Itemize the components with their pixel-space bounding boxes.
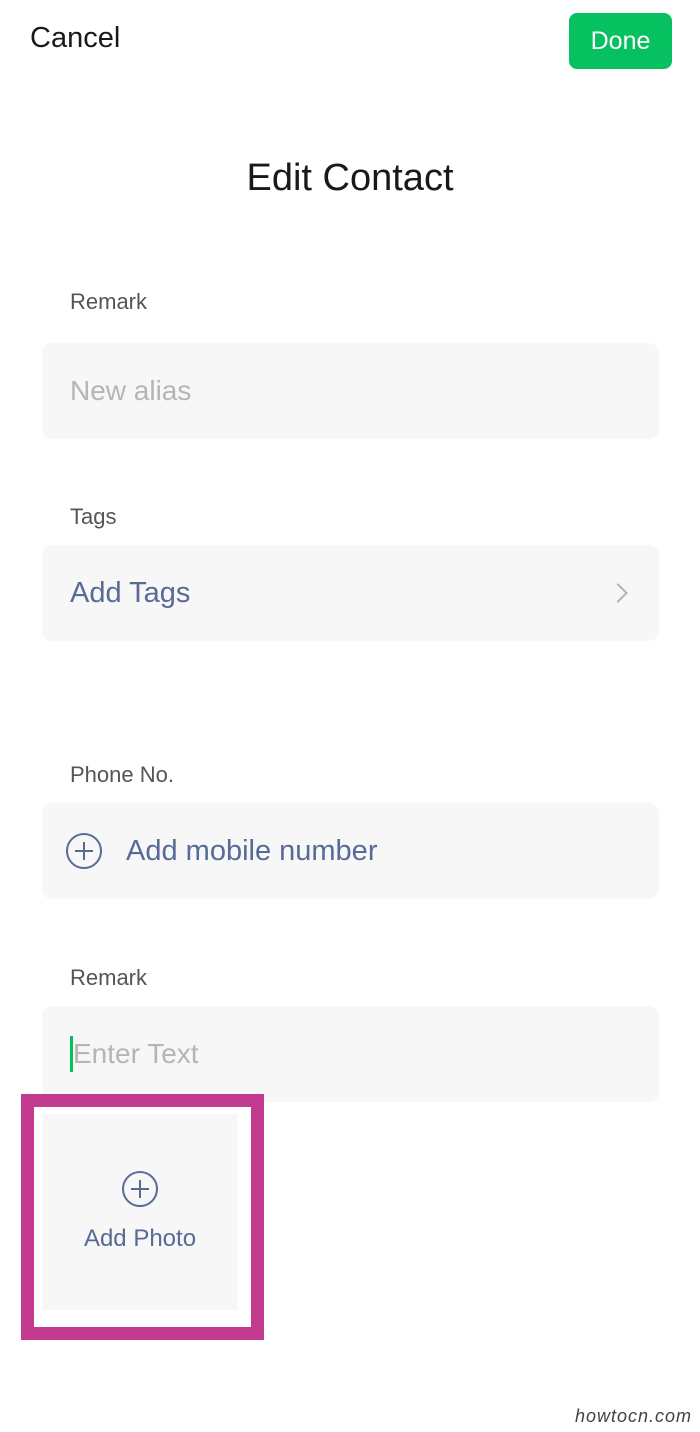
description-label: Remark xyxy=(70,965,148,990)
chevron-right-icon xyxy=(608,583,628,603)
watermark: howtocn.com xyxy=(574,1406,692,1426)
alias-input[interactable]: New alias xyxy=(42,343,659,439)
page-title: Edit Contact xyxy=(246,157,454,199)
plus-circle-icon xyxy=(66,833,102,869)
add-tags-label: Add Tags xyxy=(70,576,191,609)
add-photo-label: Add Photo xyxy=(83,1225,197,1252)
add-tags-row[interactable]: Add Tags xyxy=(42,545,659,641)
done-button[interactable]: Done xyxy=(569,13,672,69)
alias-placeholder: New alias xyxy=(70,375,192,406)
description-input[interactable]: Enter Text xyxy=(42,1006,659,1102)
description-placeholder: Enter Text xyxy=(73,1038,199,1069)
remark-label: Remark xyxy=(70,289,148,314)
add-photo-button[interactable]: Add Photo xyxy=(42,1114,238,1310)
tags-label: Tags xyxy=(70,504,117,529)
phone-label: Phone No. xyxy=(70,762,174,787)
cancel-button[interactable]: Cancel xyxy=(30,22,120,55)
plus-circle-icon xyxy=(122,1171,158,1207)
add-mobile-number-row[interactable]: Add mobile number xyxy=(42,803,659,899)
add-mobile-number-label: Add mobile number xyxy=(126,834,378,867)
